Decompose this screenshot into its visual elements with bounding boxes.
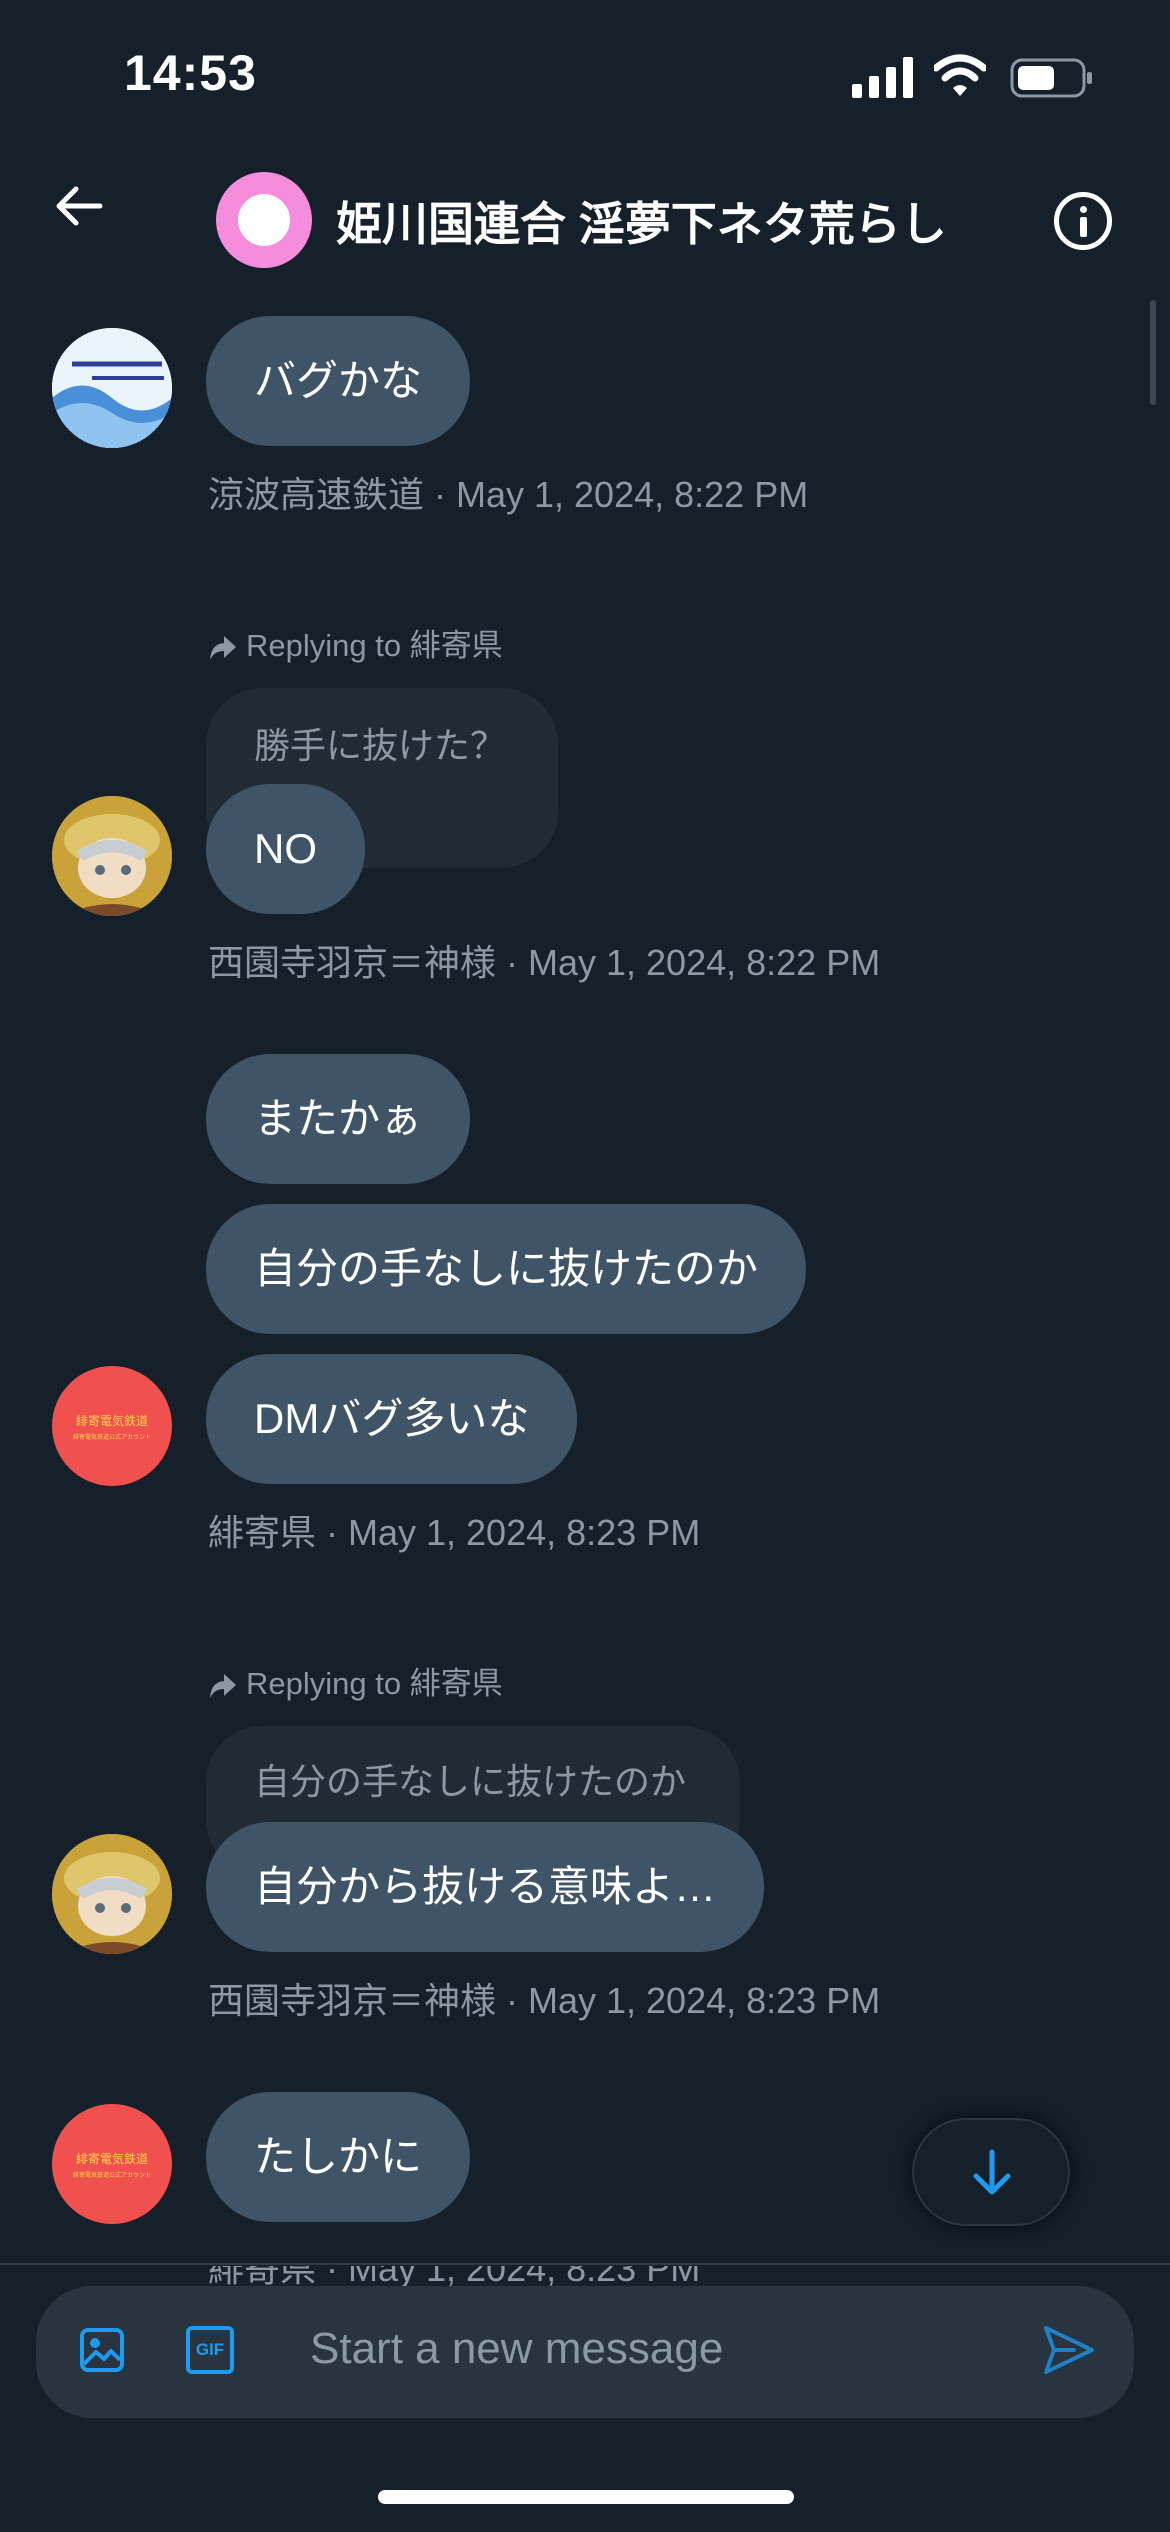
status-time: 14:53 [124,45,257,101]
avatar[interactable]: 緋寄電気鉄道 緋寄電気鉄道公式アカウント [52,1366,172,1486]
avatar[interactable] [52,1834,172,1954]
avatar-logo-subtext: 緋寄電気鉄道公式アカウント [72,1435,151,1441]
info-icon[interactable] [1054,192,1112,250]
avatar[interactable] [52,796,172,916]
avatar-logo-subtext: 緋寄電気鉄道公式アカウント [72,2173,151,2179]
group-avatar[interactable] [216,172,312,268]
reply-label-text: Replying to 緋寄県 [246,628,503,663]
message-meta: 涼波高速鉄道 · May 1, 2024, 8:22 PM [208,474,809,515]
reply-label: Replying to 緋寄県 [208,620,503,665]
scrollbar[interactable] [1150,300,1156,405]
message-bubble[interactable]: 自分から抜ける意味よ… [206,1822,765,1952]
image-icon[interactable] [78,2326,126,2374]
reply-arrow-icon [210,1673,236,1698]
signal-icon [852,57,913,98]
scroll-to-bottom-button[interactable] [912,2118,1070,2226]
avatar-logo-text: 緋寄電気鉄道 [75,2152,148,2166]
message-meta: 西園寺羽京＝神様 · May 1, 2024, 8:23 PM [208,1980,881,2021]
arrow-left-icon[interactable] [50,176,110,236]
message-bubble[interactable]: またかぁ [206,1054,471,1184]
send-icon[interactable] [1040,2322,1096,2378]
message-bubble[interactable]: DMバグ多いな [206,1354,578,1484]
wifi-icon [934,54,986,96]
reply-label: Replying to 緋寄県 [208,1658,503,1703]
avatar[interactable]: 緋寄電気鉄道 緋寄電気鉄道公式アカウント [52,2104,172,2224]
message-meta: 緋寄県 · May 1, 2024, 8:23 PM [208,1512,701,1553]
gif-icon[interactable]: GIF [186,2326,234,2374]
arrow-down-icon [973,2149,1011,2195]
message-input[interactable]: Start a new message [310,2324,723,2374]
message-bubble[interactable]: たしかに [206,2092,471,2222]
message-bubble[interactable]: NO [206,784,365,914]
avatar-logo-text: 緋寄電気鉄道 [75,1414,148,1428]
reply-arrow-icon [210,635,236,660]
battery-icon [1010,58,1092,98]
gif-label: GIF [195,2340,225,2359]
message-bubble[interactable]: バグかな [206,316,471,446]
message-bubble[interactable]: 自分の手なしに抜けたのか [206,1204,807,1334]
reply-label-text: Replying to 緋寄県 [246,1666,503,1701]
composer-divider [0,2263,1170,2265]
avatar[interactable] [52,328,172,448]
conversation-title[interactable]: 姫川国連合 淫夢下ネタ荒らし [336,188,947,254]
home-indicator [378,2490,794,2504]
message-meta: 西園寺羽京＝神様 · May 1, 2024, 8:22 PM [208,942,881,983]
